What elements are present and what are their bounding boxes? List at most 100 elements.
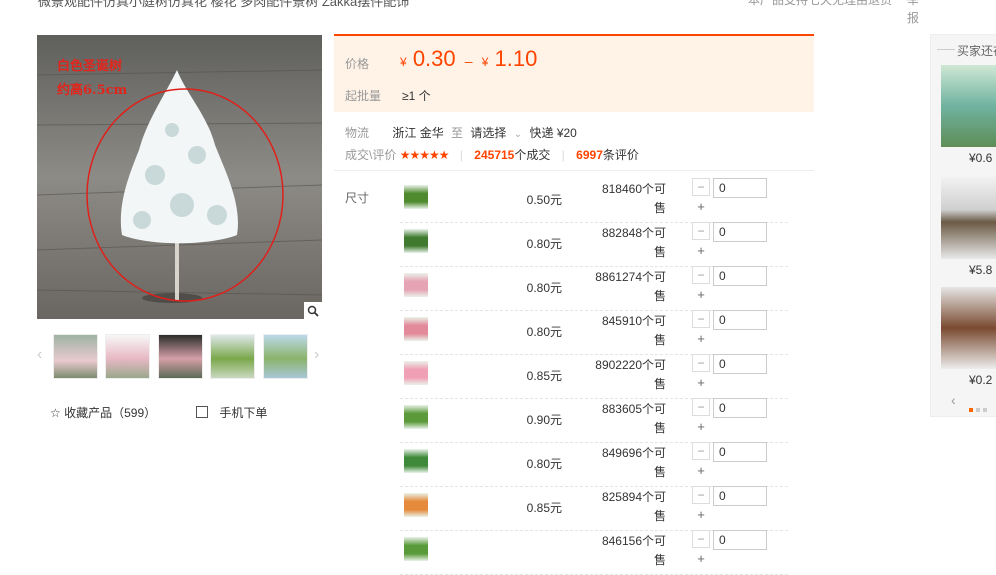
sku-thumbnail[interactable]	[404, 405, 428, 429]
divider	[334, 170, 814, 171]
increment-button[interactable]: +	[692, 198, 710, 216]
mobile-order-label: 手机下单	[219, 406, 268, 420]
thumbnail-3[interactable]	[158, 334, 203, 379]
sku-stock: 8902220个可售	[595, 358, 666, 391]
quantity-input[interactable]	[713, 530, 767, 550]
sku-price: 0.50元	[526, 193, 562, 207]
quantity-input[interactable]	[713, 222, 767, 242]
sku-thumbnail[interactable]	[404, 185, 428, 209]
carousel-dots[interactable]	[969, 401, 990, 415]
increment-button[interactable]: +	[692, 330, 710, 348]
quantity-input[interactable]	[713, 442, 767, 462]
thumbnail-1[interactable]	[53, 334, 98, 379]
favorite-label: 收藏产品（599）	[64, 406, 157, 420]
thumbnail-2[interactable]	[105, 334, 150, 379]
sku-price: 0.80元	[526, 457, 562, 471]
product-title: 微景观配件仿真小庭树仿真花 樱花 多肉配件景树 Zakka摆件配饰	[38, 0, 410, 9]
recommend-item-1-price: ¥0.6	[969, 151, 993, 165]
decrement-button[interactable]: −	[692, 310, 710, 328]
decrement-button[interactable]: −	[692, 398, 710, 416]
chevron-down-icon[interactable]: ⌄	[514, 129, 522, 140]
deals-unit: 个成交	[514, 148, 551, 162]
rating-stars-icon: ★★★★★	[399, 148, 450, 162]
chevron-left-icon[interactable]: ‹	[951, 392, 956, 408]
recommend-item-3-image[interactable]	[941, 287, 996, 369]
increment-button[interactable]: +	[692, 286, 710, 304]
quantity-input[interactable]	[713, 310, 767, 330]
ship-from: 浙江 金华	[392, 126, 444, 140]
increment-button[interactable]: +	[692, 506, 710, 524]
increment-button[interactable]: +	[692, 550, 710, 568]
return-policy-note: 本产品支持七天无理由退货	[748, 0, 893, 7]
quantity-input[interactable]	[713, 398, 767, 418]
currency-symbol: ¥	[481, 55, 489, 69]
recommend-title: 买家还在看	[957, 44, 996, 58]
price-low: 0.30	[412, 46, 456, 71]
recommend-item-2-image[interactable]	[941, 177, 996, 259]
decrement-button[interactable]: −	[692, 354, 710, 372]
decrement-button[interactable]: −	[692, 178, 710, 196]
sku-row: 0.80元 845910个可售 − +	[400, 310, 788, 355]
divider: |	[561, 148, 565, 162]
sku-thumbnail[interactable]	[404, 361, 428, 385]
quantity-input[interactable]	[713, 178, 767, 198]
recommend-item-2-price: ¥5.8	[969, 263, 993, 277]
sku-row: 0.80元 8861274个可售 − +	[400, 266, 788, 311]
recommend-item-1-image[interactable]	[941, 65, 996, 147]
search-icon[interactable]	[304, 302, 322, 319]
sku-stock: 849696个可售	[601, 446, 666, 479]
currency-symbol: ¥	[400, 55, 407, 69]
sku-price: 0.90元	[526, 413, 562, 427]
main-product-image[interactable]: 白色圣诞树 约高6.5cm	[37, 35, 322, 319]
sku-price: 0.80元	[526, 237, 562, 251]
chevron-right-icon[interactable]: ›	[314, 346, 319, 364]
divider: |	[459, 148, 463, 162]
deals-count[interactable]: 245715	[474, 148, 514, 162]
reviews-count[interactable]: 6997	[576, 148, 603, 162]
increment-button[interactable]: +	[692, 242, 710, 260]
reviews-unit: 条评价	[602, 148, 639, 162]
report-link[interactable]: 举报	[907, 0, 921, 27]
sku-stock: 8861274个可售	[595, 270, 666, 303]
increment-button[interactable]: +	[692, 374, 710, 392]
thumbnail-4[interactable]	[210, 334, 255, 379]
price-separator: –	[464, 53, 473, 69]
decrement-button[interactable]: −	[692, 266, 710, 284]
overlay-caption-name: 白色圣诞树	[57, 59, 123, 74]
sku-stock: 882848个可售	[601, 226, 666, 259]
sku-price: 0.80元	[526, 281, 562, 295]
sku-row: 0.85元 8902220个可售 − +	[400, 354, 788, 399]
quantity-input[interactable]	[713, 486, 767, 506]
decrement-button[interactable]: −	[692, 486, 710, 504]
price-label: 价格	[345, 57, 370, 71]
thumbnail-strip: ‹ ›	[37, 334, 323, 380]
increment-button[interactable]: +	[692, 462, 710, 480]
sku-stock: 846156个可售	[601, 534, 666, 567]
quantity-input[interactable]	[713, 354, 767, 374]
chevron-left-icon[interactable]: ‹	[37, 346, 42, 364]
decrement-button[interactable]: −	[692, 530, 710, 548]
express-fee: 快递 ¥20	[529, 126, 577, 140]
moq-value: ≥1 个	[402, 89, 431, 103]
recommend-item-3-price: ¥0.2	[969, 373, 993, 387]
quantity-input[interactable]	[713, 266, 767, 286]
decrement-button[interactable]: −	[692, 442, 710, 460]
sku-stock: 845910个可售	[601, 314, 666, 347]
sku-thumbnail[interactable]	[404, 317, 428, 341]
sku-thumbnail[interactable]	[404, 273, 428, 297]
sku-row: 846156个可售 − +	[400, 530, 788, 575]
sku-thumbnail[interactable]	[404, 449, 428, 473]
sku-thumbnail[interactable]	[404, 493, 428, 517]
sku-thumbnail[interactable]	[404, 229, 428, 253]
sku-price: 0.85元	[526, 369, 562, 383]
sku-thumbnail[interactable]	[404, 537, 428, 561]
increment-button[interactable]: +	[692, 418, 710, 436]
thumbnail-5[interactable]	[263, 334, 308, 379]
decrement-button[interactable]: −	[692, 222, 710, 240]
logistics-row: 物流 浙江 金华 至 请选择 ⌄ 快递 ¥20	[345, 124, 577, 141]
sku-stock: 883605个可售	[601, 402, 666, 435]
mobile-order-button[interactable]: 手机下单	[196, 404, 267, 421]
destination-select[interactable]: 请选择	[470, 126, 506, 140]
favorite-button[interactable]: ☆ 收藏产品（599）	[50, 404, 156, 421]
deal-label: 成交\评价	[345, 148, 397, 162]
